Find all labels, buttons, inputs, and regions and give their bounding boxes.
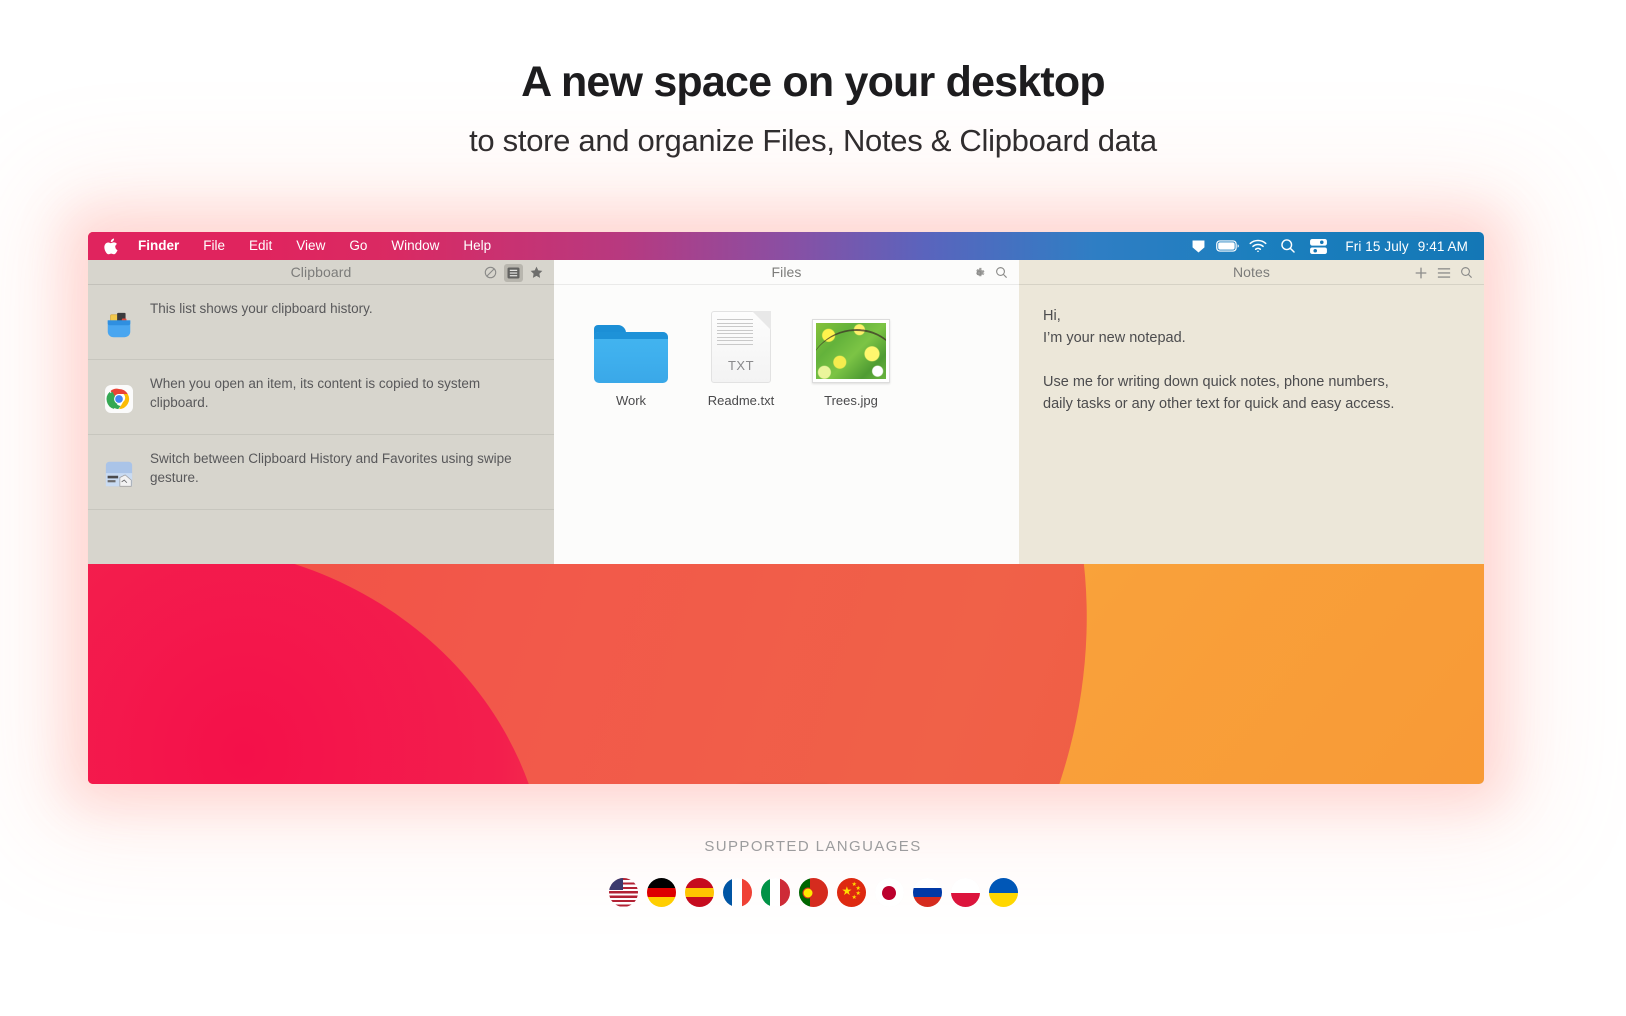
list-item-label: Switch between Clipboard History and Fav… xyxy=(150,451,512,485)
list-item-label: When you open an item, its content is co… xyxy=(150,376,481,410)
page-subtitle: to store and organize Files, Notes & Cli… xyxy=(469,123,1157,159)
clipboard-title: Clipboard xyxy=(290,264,352,280)
file-item-readme[interactable]: TXT Readme.txt xyxy=(686,301,796,408)
menubar-clock[interactable]: Fri 15 July 9:41 AM xyxy=(1333,239,1468,254)
files-header: Files xyxy=(554,260,1019,285)
file-extension-label: TXT xyxy=(727,358,755,373)
list-item[interactable]: When you open an item, its content is co… xyxy=(88,360,554,435)
russia-flag xyxy=(912,878,942,907)
pocket-icon xyxy=(88,294,150,340)
wifi-icon[interactable] xyxy=(1243,239,1273,253)
file-item-work[interactable]: Work xyxy=(576,301,686,408)
list-item[interactable]: Switch between Clipboard History and Fav… xyxy=(88,435,554,510)
search-icon[interactable] xyxy=(1457,264,1476,282)
notes-text-area[interactable]: Hi, I’m your new notepad. Use me for wri… xyxy=(1019,285,1484,415)
image-thumbnail xyxy=(796,301,906,383)
list-item[interactable]: This list shows your clipboard history. xyxy=(88,285,554,360)
menu-item-finder[interactable]: Finder xyxy=(132,232,191,260)
star-icon[interactable] xyxy=(527,264,546,282)
clipboard-empty-area xyxy=(88,510,554,565)
file-label: Readme.txt xyxy=(707,393,775,408)
menu-item-go[interactable]: Go xyxy=(337,232,379,260)
notes-header: Notes xyxy=(1019,260,1484,285)
unclutter-panels: Clipboard This list shows your clipboard… xyxy=(88,260,1484,564)
files-grid: Work TXT Readme.txt Trees.jpg xyxy=(554,285,1019,408)
battery-icon[interactable] xyxy=(1213,239,1243,253)
document-icon: TXT xyxy=(686,301,796,383)
menubar-date: Fri 15 July xyxy=(1345,238,1409,254)
poland-flag xyxy=(950,878,980,907)
list-icon[interactable] xyxy=(504,263,523,282)
chrome-icon xyxy=(88,369,150,413)
menu-item-help[interactable]: Help xyxy=(451,232,503,260)
ukraine-flag xyxy=(988,878,1018,907)
flags-row: ★ ★ ★ ★ ★ xyxy=(0,878,1626,907)
spain-flag xyxy=(684,878,714,907)
hero-section: A new space on your desktop to store and… xyxy=(0,0,1626,159)
list-item-label: This list shows your clipboard history. xyxy=(150,301,373,316)
clipboard-list: This list shows your clipboard history. xyxy=(88,285,554,565)
menubar-time: 9:41 AM xyxy=(1417,238,1468,254)
menu-item-window[interactable]: Window xyxy=(379,232,451,260)
image-text-icon xyxy=(88,444,150,488)
japan-flag xyxy=(874,878,904,907)
file-label: Work xyxy=(615,393,647,408)
search-icon[interactable] xyxy=(1273,238,1303,254)
macos-menu-bar: Finder File Edit View Go Window Help Fri… xyxy=(88,232,1484,260)
france-flag xyxy=(722,878,752,907)
apple-logo-icon[interactable] xyxy=(103,237,118,255)
desktop-screenshot: Finder File Edit View Go Window Help Fri… xyxy=(88,232,1484,784)
menu-item-view[interactable]: View xyxy=(284,232,337,260)
search-icon[interactable] xyxy=(992,264,1011,282)
unclutter-icon[interactable] xyxy=(1183,238,1213,255)
supported-languages-section: SUPPORTED LANGUAGES ★ ★ ★ ★ ★ xyxy=(0,838,1626,907)
notes-panel: Notes Hi, I’m your new notepad. Use me f… xyxy=(1019,260,1484,564)
italy-flag xyxy=(760,878,790,907)
gear-icon[interactable] xyxy=(969,264,988,282)
folder-icon xyxy=(576,301,686,383)
plus-icon[interactable] xyxy=(1411,264,1430,282)
notes-title: Notes xyxy=(1232,264,1271,280)
united-states-flag xyxy=(608,878,638,907)
page-title: A new space on your desktop xyxy=(521,58,1106,106)
china-flag: ★ ★ ★ ★ ★ xyxy=(836,878,866,907)
file-label: Trees.jpg xyxy=(824,393,878,408)
clipboard-panel: Clipboard This list shows your clipboard… xyxy=(88,260,554,564)
menu-item-file[interactable]: File xyxy=(191,232,237,260)
file-item-trees[interactable]: Trees.jpg xyxy=(796,301,906,408)
portugal-flag xyxy=(798,878,828,907)
control-center-icon[interactable] xyxy=(1303,238,1333,254)
files-panel: Files Work TXT Readme.txt Trees.jpg xyxy=(554,260,1019,564)
menu-item-edit[interactable]: Edit xyxy=(237,232,284,260)
clipboard-header: Clipboard xyxy=(88,260,554,285)
supported-languages-title: SUPPORTED LANGUAGES xyxy=(704,838,922,855)
clear-icon[interactable] xyxy=(481,264,500,282)
germany-flag xyxy=(646,878,676,907)
files-title: Files xyxy=(771,264,802,280)
list-icon[interactable] xyxy=(1434,264,1453,282)
